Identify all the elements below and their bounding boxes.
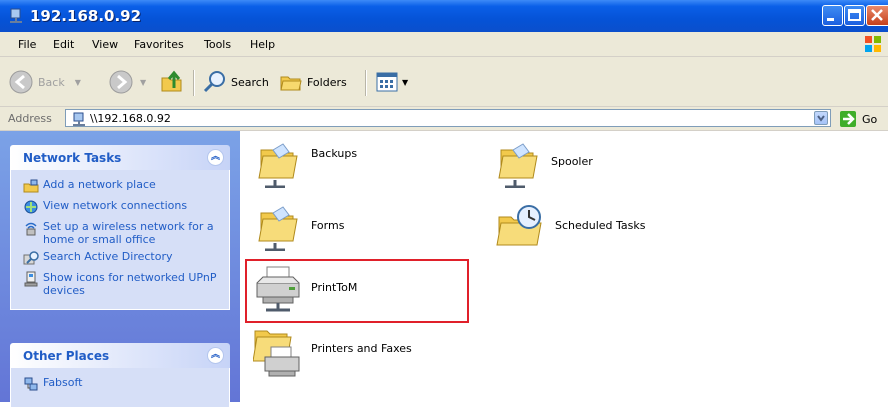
shared-folder-icon bbox=[258, 143, 298, 188]
back-button[interactable]: Back ▼ bbox=[8, 68, 81, 96]
folders-label: Folders bbox=[307, 75, 347, 89]
other-places-header[interactable]: Other Places ︽ bbox=[10, 343, 230, 368]
task-label: Add a network place bbox=[43, 178, 156, 191]
views-dropdown-icon[interactable]: ▼ bbox=[402, 78, 408, 87]
go-arrow-icon bbox=[840, 111, 856, 127]
address-label: Address bbox=[8, 112, 52, 125]
toolbar-separator bbox=[193, 70, 195, 96]
menu-tools[interactable]: Tools bbox=[204, 38, 231, 51]
address-bar: Address \\192.168.0.92 Go bbox=[0, 107, 888, 131]
network-tasks-header[interactable]: Network Tasks ︽ bbox=[10, 145, 230, 170]
close-icon bbox=[871, 9, 883, 21]
shared-folder-icon bbox=[258, 206, 298, 251]
collapse-icon[interactable]: ︽ bbox=[207, 347, 224, 364]
views-button[interactable]: ▼ bbox=[375, 68, 408, 96]
item-label: Printers and Faxes bbox=[311, 341, 412, 355]
menu-bar: File Edit View Favorites Tools Help bbox=[0, 32, 888, 57]
forward-arrow-icon bbox=[109, 70, 133, 94]
other-places-list: Fabsoft bbox=[10, 368, 230, 408]
back-dropdown-icon[interactable]: ▼ bbox=[75, 78, 81, 87]
place-fabsoft[interactable]: Fabsoft bbox=[11, 376, 229, 393]
network-tasks-title: Network Tasks bbox=[23, 151, 122, 165]
network-tasks-list: Add a network place View network connect… bbox=[10, 170, 230, 310]
address-dropdown-button[interactable] bbox=[814, 111, 828, 125]
task-setup-wireless[interactable]: Set up a wireless network for a home or … bbox=[11, 220, 229, 246]
collapse-icon[interactable]: ︽ bbox=[207, 149, 224, 166]
task-add-network-place[interactable]: Add a network place bbox=[11, 178, 229, 195]
menu-favorites[interactable]: Favorites bbox=[134, 38, 184, 51]
task-pane: Network Tasks ︽ Add a network place View… bbox=[0, 131, 240, 408]
search-directory-icon bbox=[23, 251, 39, 265]
scheduled-tasks-folder-icon bbox=[496, 205, 542, 246]
maximize-icon bbox=[848, 9, 861, 21]
upnp-icon bbox=[24, 271, 38, 287]
toolbar: Back ▼ ▼ Search Folders ▼ bbox=[0, 57, 888, 107]
title-bar: 192.168.0.92 bbox=[0, 0, 888, 32]
shared-folder-forms[interactable]: Forms bbox=[255, 203, 344, 251]
wireless-icon bbox=[25, 222, 37, 236]
views-icon bbox=[376, 72, 398, 92]
address-value: \\192.168.0.92 bbox=[90, 112, 171, 125]
other-places-panel: Other Places ︽ Fabsoft bbox=[10, 343, 230, 408]
network-share-icon bbox=[10, 8, 22, 23]
menu-file[interactable]: File bbox=[18, 38, 36, 51]
search-label: Search bbox=[231, 75, 269, 89]
back-label: Back bbox=[38, 75, 65, 89]
item-label: Backups bbox=[311, 146, 358, 160]
task-label: Search Active Directory bbox=[43, 250, 173, 263]
task-search-active-directory[interactable]: Search Active Directory bbox=[11, 250, 229, 267]
folders-icon bbox=[280, 76, 302, 91]
minimize-icon bbox=[827, 18, 834, 21]
back-arrow-icon bbox=[9, 70, 33, 94]
forward-dropdown-icon[interactable]: ▼ bbox=[140, 78, 146, 87]
search-button[interactable]: Search bbox=[203, 68, 269, 96]
close-button[interactable] bbox=[866, 5, 888, 26]
printers-faxes-folder-icon bbox=[253, 330, 300, 377]
windows-logo-icon bbox=[865, 36, 881, 52]
network-computer-icon bbox=[24, 377, 38, 391]
network-share-icon bbox=[73, 112, 85, 126]
go-button[interactable]: Go bbox=[839, 110, 877, 128]
other-places-title: Other Places bbox=[23, 349, 110, 363]
search-icon bbox=[203, 71, 225, 93]
task-view-network-connections[interactable]: View network connections bbox=[11, 199, 229, 216]
item-label: Forms bbox=[311, 218, 345, 232]
menu-edit[interactable]: Edit bbox=[53, 38, 74, 51]
chevron-down-icon bbox=[817, 115, 825, 122]
network-tasks-panel: Network Tasks ︽ Add a network place View… bbox=[10, 145, 230, 310]
menu-view[interactable]: View bbox=[92, 38, 118, 51]
menu-help[interactable]: Help bbox=[250, 38, 275, 51]
up-folder-button[interactable] bbox=[160, 68, 184, 96]
address-input[interactable]: \\192.168.0.92 bbox=[65, 109, 831, 127]
place-label: Fabsoft bbox=[43, 376, 83, 389]
item-label: Scheduled Tasks bbox=[555, 218, 646, 232]
item-label: Spooler bbox=[551, 154, 593, 168]
shared-folder-icon bbox=[498, 143, 538, 188]
minimize-button[interactable] bbox=[822, 5, 843, 26]
task-show-upnp-icons[interactable]: Show icons for networked UPnP devices bbox=[11, 271, 229, 297]
shared-folder-backups[interactable]: Backups bbox=[255, 140, 357, 188]
toolbar-separator bbox=[365, 70, 367, 96]
shared-folder-spooler[interactable]: Spooler bbox=[495, 140, 593, 188]
maximize-button[interactable] bbox=[844, 5, 865, 26]
folder-scheduled-tasks[interactable]: Scheduled Tasks bbox=[495, 203, 646, 251]
window-title: 192.168.0.92 bbox=[30, 7, 142, 25]
selection-highlight-box bbox=[245, 259, 469, 323]
folders-button[interactable]: Folders bbox=[279, 68, 347, 96]
forward-button[interactable]: ▼ bbox=[108, 68, 146, 96]
up-folder-icon bbox=[161, 70, 182, 92]
network-connections-icon bbox=[24, 200, 38, 214]
task-label: Show icons for networked UPnP devices bbox=[43, 271, 217, 297]
go-label: Go bbox=[862, 112, 878, 126]
folder-printers-and-faxes[interactable]: Printers and Faxes bbox=[253, 325, 412, 377]
task-label: Set up a wireless network for a home or … bbox=[43, 220, 214, 246]
task-label: View network connections bbox=[43, 199, 188, 212]
add-network-place-icon bbox=[23, 179, 39, 193]
